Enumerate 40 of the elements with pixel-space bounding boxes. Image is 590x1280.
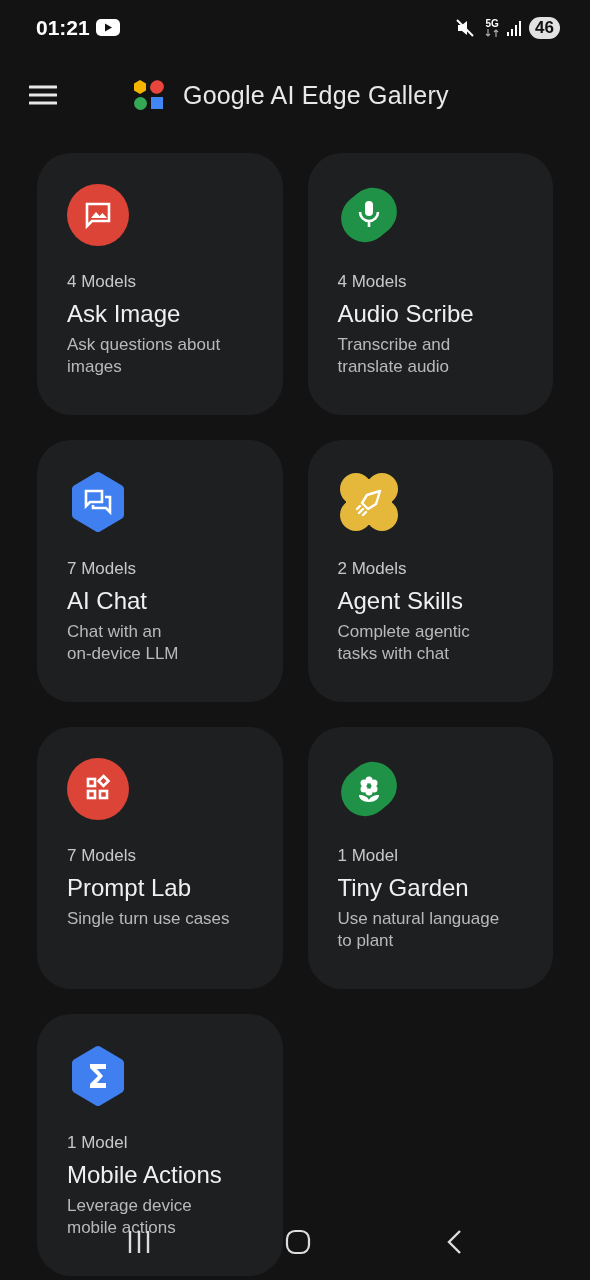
- task-description: Single turn use cases: [67, 908, 231, 930]
- task-title: Tiny Garden: [337, 874, 470, 902]
- video-play-icon: [95, 19, 120, 36]
- task-title: Ask Image: [67, 300, 182, 328]
- task-description: Leverage device mobile actions: [67, 1195, 193, 1239]
- battery-level: 46: [529, 16, 560, 39]
- app-title: Google AI Edge Gallery: [183, 80, 449, 110]
- home-icon: [285, 1229, 311, 1255]
- model-count: 1 Model: [67, 1133, 129, 1153]
- task-description: Transcribe and translate audio: [337, 334, 452, 378]
- network-type: 5G: [485, 18, 499, 29]
- menu-button[interactable]: [29, 85, 57, 105]
- task-card[interactable]: 1 Model Tiny Garden Use natural language to plant: [307, 727, 553, 989]
- task-title: AI Chat: [67, 587, 149, 615]
- model-count: 4 Models: [67, 272, 137, 292]
- task-description: Ask questions about images: [67, 334, 222, 378]
- model-count: 7 Models: [67, 846, 137, 866]
- task-title: Prompt Lab: [67, 874, 193, 902]
- task-title: Mobile Actions: [67, 1161, 223, 1189]
- model-count: 2 Models: [337, 559, 408, 579]
- task-card[interactable]: 1 Model Mobile Actions Leverage device mobile actions: [37, 1014, 283, 1276]
- muted-speaker-icon: [455, 17, 476, 38]
- task-card[interactable]: 2 Models Agent Skills Complete agentic tasks with chat: [307, 440, 553, 702]
- signal-icon: [507, 19, 524, 36]
- clock: 01:21: [36, 15, 90, 40]
- data-arrows-icon: [485, 28, 500, 37]
- app-logo-icon: [133, 79, 165, 111]
- task-title: Audio Scribe: [337, 300, 475, 328]
- menu-icon: [29, 85, 57, 105]
- task-card[interactable]: 4 Models Audio Scribe Transcribe and translate audio: [307, 153, 553, 415]
- model-count: 4 Models: [337, 272, 408, 292]
- task-description: Complete agentic tasks with chat: [337, 621, 471, 665]
- task-title: Agent Skills: [337, 587, 464, 615]
- task-card[interactable]: 7 Models Prompt Lab Single turn use cases: [37, 727, 283, 989]
- model-count: 7 Models: [67, 559, 137, 579]
- task-description: Use natural language to plant: [337, 908, 501, 952]
- task-card[interactable]: 4 Models Ask Image Ask questions about images: [37, 153, 283, 415]
- task-card[interactable]: 7 Models AI Chat Chat with an on-device LLM: [37, 440, 283, 702]
- task-description: Chat with an on-device LLM: [67, 621, 180, 665]
- model-count: 1 Model: [337, 846, 399, 866]
